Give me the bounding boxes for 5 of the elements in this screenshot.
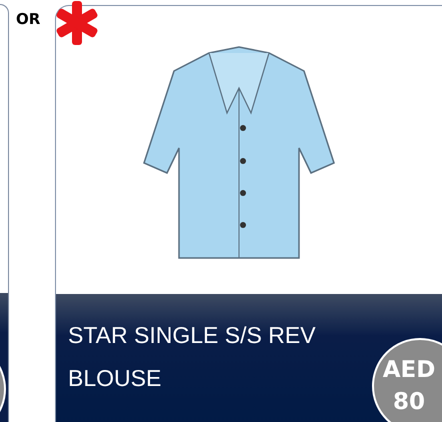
- product-name: STAR SINGLE S/S REV BLOUSE: [67, 321, 317, 393]
- product-card[interactable]: STAR SINGLE S/S REV BLOUSE AED 80: [55, 5, 442, 422]
- price-amount: 80: [392, 388, 425, 417]
- price-currency: AED: [382, 356, 436, 385]
- separator-label: OR: [16, 10, 40, 28]
